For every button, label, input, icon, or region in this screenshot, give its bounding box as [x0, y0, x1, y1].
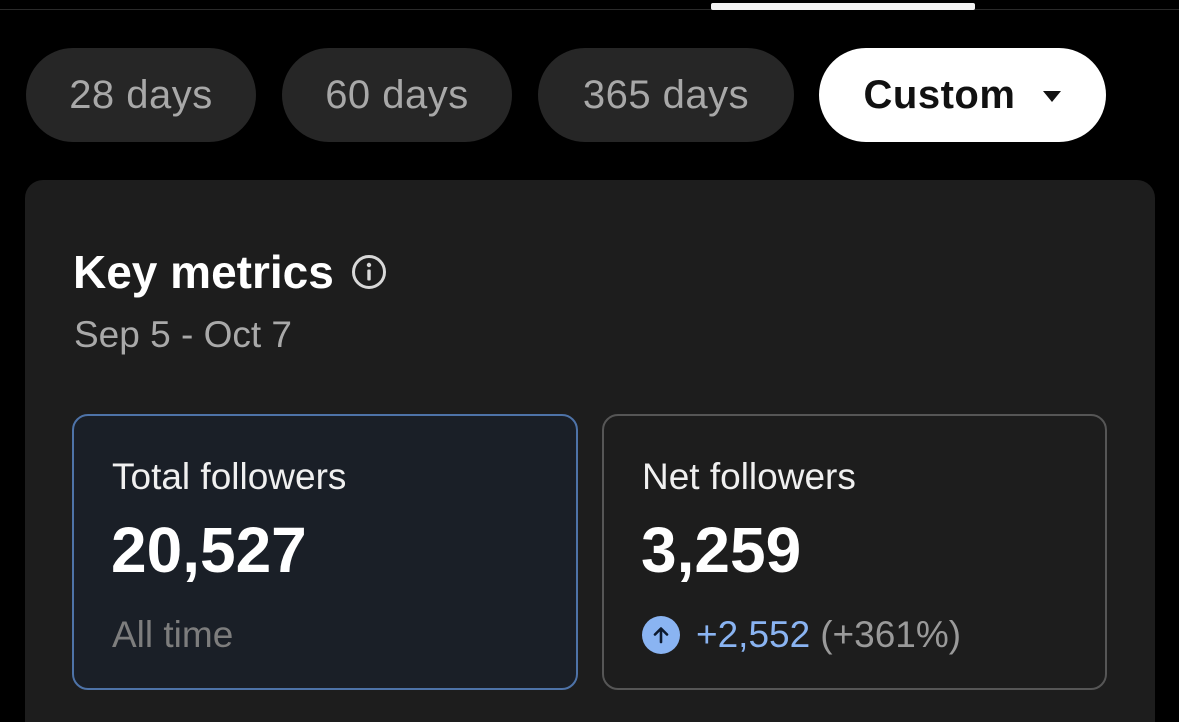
total-followers-label: Total followers [112, 456, 347, 497]
range-custom-label: Custom [863, 72, 1016, 117]
net-followers-change-absolute: +2,552 [696, 614, 811, 655]
top-divider [0, 9, 1179, 10]
arrow-up-circle-icon [642, 616, 680, 654]
range-365-days-label: 365 days [582, 72, 750, 117]
net-followers-label: Net followers [642, 456, 856, 497]
range-60-days-button[interactable]: 60 days [282, 48, 512, 142]
key-metrics-title: Key metrics [73, 246, 334, 298]
net-followers-value: 3,259 [641, 514, 802, 586]
total-followers-value: 20,527 [111, 514, 307, 586]
range-28-days-label: 28 days [69, 72, 213, 117]
analytics-page: 28 days 60 days 365 days Custom Key metr… [0, 0, 1179, 722]
range-28-days-button[interactable]: 28 days [26, 48, 256, 142]
info-icon[interactable] [350, 253, 388, 291]
range-365-days-button[interactable]: 365 days [538, 48, 794, 142]
net-followers-change-percent: (+361%) [820, 614, 962, 655]
active-tab-indicator [711, 3, 975, 10]
date-range-label: Sep 5 - Oct 7 [74, 314, 292, 355]
range-custom-dropdown[interactable]: Custom [819, 48, 1106, 142]
total-followers-card[interactable]: Total followers 20,527 All time [72, 414, 578, 690]
caret-down-icon [1043, 90, 1062, 102]
total-followers-period: All time [112, 614, 234, 655]
net-followers-change: +2,552 (+361%) [642, 612, 961, 658]
range-60-days-label: 60 days [325, 72, 469, 117]
key-metrics-header: Key metrics [73, 244, 388, 300]
net-followers-card[interactable]: Net followers 3,259 +2,552 (+361%) [602, 414, 1107, 690]
